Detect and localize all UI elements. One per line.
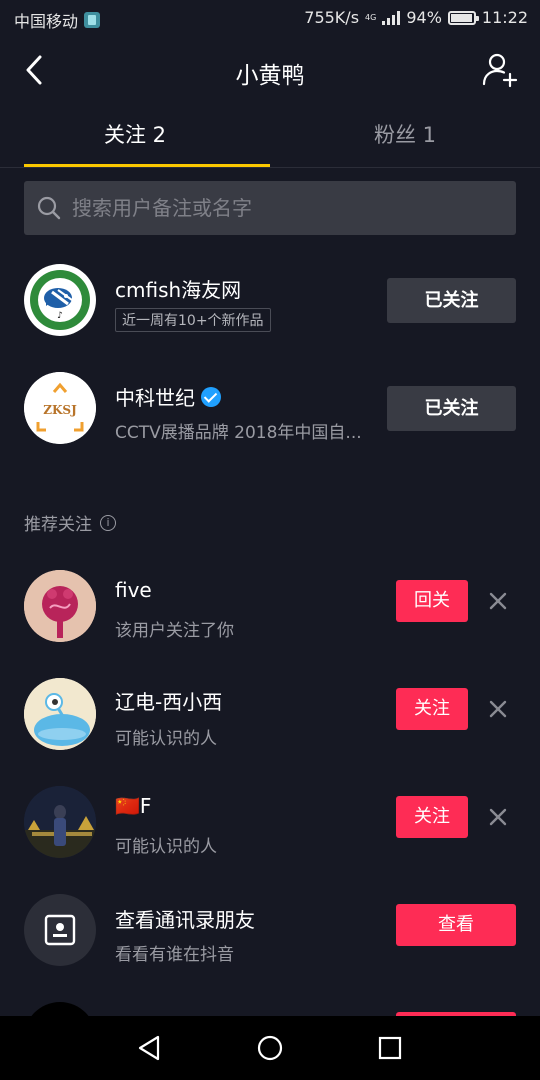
signal-icon: [382, 10, 401, 25]
tab-following[interactable]: 关注 2: [0, 104, 270, 168]
recommend-item-five[interactable]: five 该用户关注了你 回关: [0, 556, 540, 656]
avatar[interactable]: [24, 786, 96, 858]
recommend-item-f[interactable]: 🇨🇳F 可能认识的人 关注: [0, 772, 540, 872]
search-icon: [37, 196, 61, 220]
followed-button[interactable]: 已关注: [387, 278, 516, 323]
tab-bar: 关注 2 粉丝 1: [0, 104, 540, 168]
avatar[interactable]: ♪: [24, 264, 96, 336]
section-label: 推荐关注: [24, 515, 92, 535]
carrier-label: 中国移动: [14, 12, 79, 31]
sim-app-icon: [84, 12, 101, 28]
cmfish-logo-icon: ♪: [26, 266, 94, 334]
clock: 11:22: [481, 8, 528, 27]
recommend-item-partial[interactable]: [0, 988, 540, 1016]
avatar[interactable]: [24, 570, 96, 642]
user-name: 中科世纪: [115, 386, 195, 410]
svg-text:♪: ♪: [57, 311, 63, 321]
home-circle-icon[interactable]: [254, 1032, 286, 1064]
user-description: 可能认识的人: [115, 729, 217, 749]
contacts-friends-item[interactable]: 查看通讯录朋友 看看有谁在抖音 查看: [0, 880, 540, 980]
system-nav-bar: [0, 1016, 540, 1080]
view-contacts-button[interactable]: 查看: [396, 904, 516, 946]
recents-square-icon[interactable]: [374, 1032, 406, 1064]
add-user-icon: [482, 53, 518, 88]
status-bar: 中国移动 755K/s 4G 94% 11:22: [0, 0, 540, 36]
network-speed: 755K/s: [304, 8, 360, 27]
tab-active-indicator: [24, 164, 270, 167]
follow-back-button[interactable]: 回关: [396, 580, 468, 622]
user-description: 该用户关注了你: [115, 621, 234, 641]
close-icon[interactable]: [484, 587, 512, 615]
contacts-avatar: [24, 894, 96, 966]
search-input[interactable]: [72, 196, 516, 220]
svg-text:ZKSJ: ZKSJ: [43, 403, 77, 417]
user-name: 辽电-西小西: [115, 690, 223, 714]
address-book-icon: [44, 914, 76, 946]
search-bar[interactable]: [24, 181, 516, 235]
back-triangle-icon[interactable]: [134, 1032, 166, 1064]
avatar[interactable]: ZKSJ: [24, 372, 96, 444]
close-icon[interactable]: [484, 695, 512, 723]
followed-button[interactable]: 已关注: [387, 386, 516, 431]
page-title: 小黄鸭: [235, 63, 305, 89]
f-avatar-icon: [24, 786, 96, 858]
add-friend-button[interactable]: [480, 50, 520, 90]
user-description: CCTV展播品牌 2018年中国自...: [115, 423, 362, 443]
user-description: 可能认识的人: [115, 837, 217, 857]
user-name: 🇨🇳F: [115, 794, 152, 818]
following-item-cmfish[interactable]: ♪ cmfish海友网 近一周有10+个新作品 已关注: [0, 250, 540, 350]
five-avatar-icon: [24, 570, 96, 642]
user-name: five: [115, 578, 152, 602]
tab-fans[interactable]: 粉丝 1: [270, 104, 540, 168]
user-name-row: 中科世纪: [115, 382, 221, 411]
header: 小黄鸭: [0, 36, 540, 104]
following-item-zksj[interactable]: ZKSJ 中科世纪 CCTV展播品牌 2018年中国自... 已关注: [0, 358, 540, 458]
xixiaoxi-avatar-icon: [24, 678, 96, 750]
contacts-title: 查看通讯录朋友: [115, 908, 255, 932]
follow-button[interactable]: 关注: [396, 688, 468, 730]
follow-button[interactable]: 关注: [396, 796, 468, 838]
avatar[interactable]: [24, 678, 96, 750]
contacts-description: 看看有谁在抖音: [115, 945, 234, 965]
user-name: cmfish海友网: [115, 278, 242, 302]
verified-icon: [201, 387, 221, 407]
network-type-icon: 4G: [365, 12, 377, 22]
avatar[interactable]: [24, 1002, 96, 1016]
recommend-item-xixiaoxi[interactable]: 辽电-西小西 可能认识的人 关注: [0, 664, 540, 764]
battery-icon: [447, 10, 479, 25]
close-icon[interactable]: [484, 803, 512, 831]
zksj-logo-icon: ZKSJ: [24, 372, 96, 444]
recommend-section-title: 推荐关注 i: [24, 510, 116, 535]
battery-percent: 94%: [406, 8, 442, 27]
activity-tag: 近一周有10+个新作品: [115, 308, 271, 332]
info-icon[interactable]: i: [100, 514, 116, 531]
